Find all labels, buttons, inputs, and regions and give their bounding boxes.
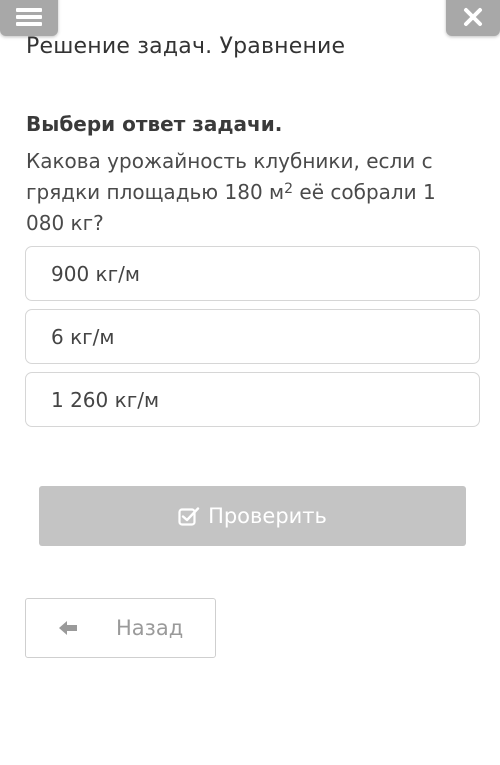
check-button[interactable]: Проверить xyxy=(39,486,466,546)
answer-label: 1 260 кг/м xyxy=(51,387,160,412)
hamburger-icon xyxy=(16,8,42,26)
question-text: Какова урожайность клубники, если с гряд… xyxy=(26,146,466,239)
close-icon xyxy=(464,8,482,26)
answer-list: 900 кг/м 6 кг/м 1 260 кг/м xyxy=(25,246,480,435)
back-button[interactable]: Назад xyxy=(25,598,216,658)
close-button[interactable] xyxy=(446,0,500,36)
answer-option-3[interactable]: 1 260 кг/м xyxy=(25,372,480,427)
task-instruction: Выбери ответ задачи. xyxy=(26,112,283,136)
check-button-label: Проверить xyxy=(208,504,327,528)
menu-button[interactable] xyxy=(0,0,58,36)
answer-option-2[interactable]: 6 кг/м xyxy=(25,309,480,364)
page-title: Решение задач. Уравнение xyxy=(26,34,346,59)
question-superscript: 2 xyxy=(284,181,294,197)
back-button-label: Назад xyxy=(116,616,184,640)
arrow-left-icon xyxy=(58,620,78,636)
answer-label: 900 кг/м xyxy=(51,261,140,286)
answer-option-1[interactable]: 900 кг/м xyxy=(25,246,480,301)
answer-label: 6 кг/м xyxy=(51,324,115,349)
checkbox-check-icon xyxy=(178,506,200,526)
